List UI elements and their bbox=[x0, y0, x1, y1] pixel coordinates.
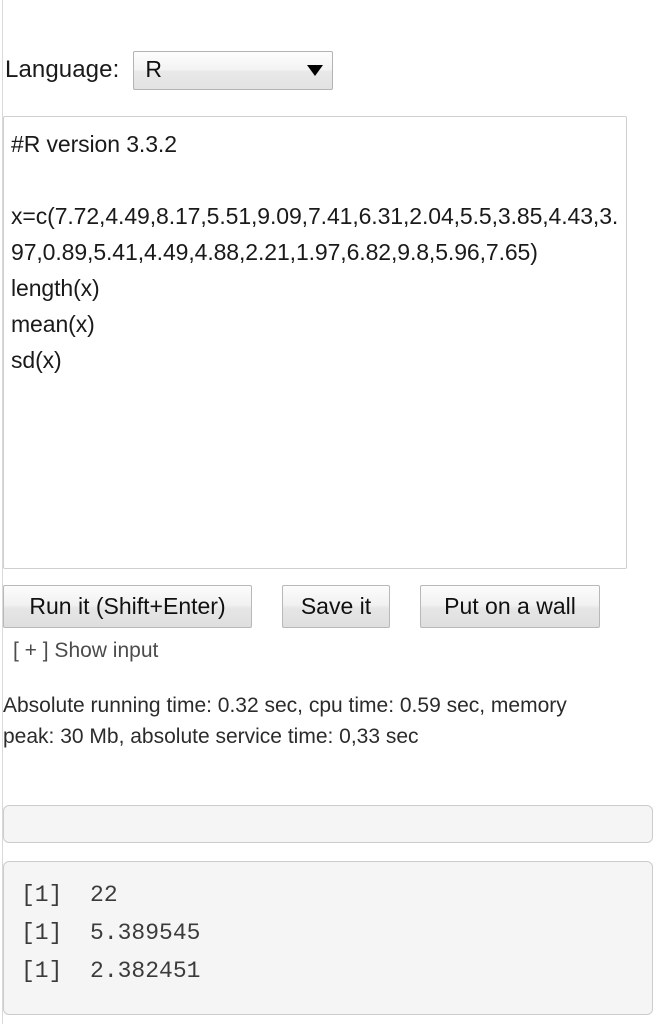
action-button-row: Run it (Shift+Enter) Save it Put on a wa… bbox=[3, 585, 659, 629]
compiler-page: Language: R #R version 3.3.2 x=c(7.72,4.… bbox=[0, 0, 662, 1024]
code-editor-content: #R version 3.3.2 x=c(7.72,4.49,8.17,5.51… bbox=[11, 131, 619, 373]
language-select[interactable]: R bbox=[133, 50, 334, 90]
stdin-panel[interactable] bbox=[3, 805, 653, 843]
run-button[interactable]: Run it (Shift+Enter) bbox=[3, 585, 252, 628]
save-button[interactable]: Save it bbox=[282, 585, 390, 628]
code-editor[interactable]: #R version 3.3.2 x=c(7.72,4.49,8.17,5.51… bbox=[3, 116, 627, 569]
running-time-status: Absolute running time: 0.32 sec, cpu tim… bbox=[3, 694, 567, 748]
put-on-a-wall-button[interactable]: Put on a wall bbox=[420, 585, 600, 628]
language-label: Language: bbox=[5, 56, 120, 83]
output-panel-content: [1] 22 [1] 5.389545 [1] 2.382451 bbox=[21, 882, 201, 984]
language-row: Language: R bbox=[5, 48, 334, 92]
output-panel: [1] 22 [1] 5.389545 [1] 2.382451 bbox=[3, 861, 653, 1015]
show-input-toggle[interactable]: [ + ] Show input bbox=[13, 637, 158, 665]
chevron-down-icon bbox=[307, 64, 324, 76]
language-select-value: R bbox=[145, 55, 162, 82]
